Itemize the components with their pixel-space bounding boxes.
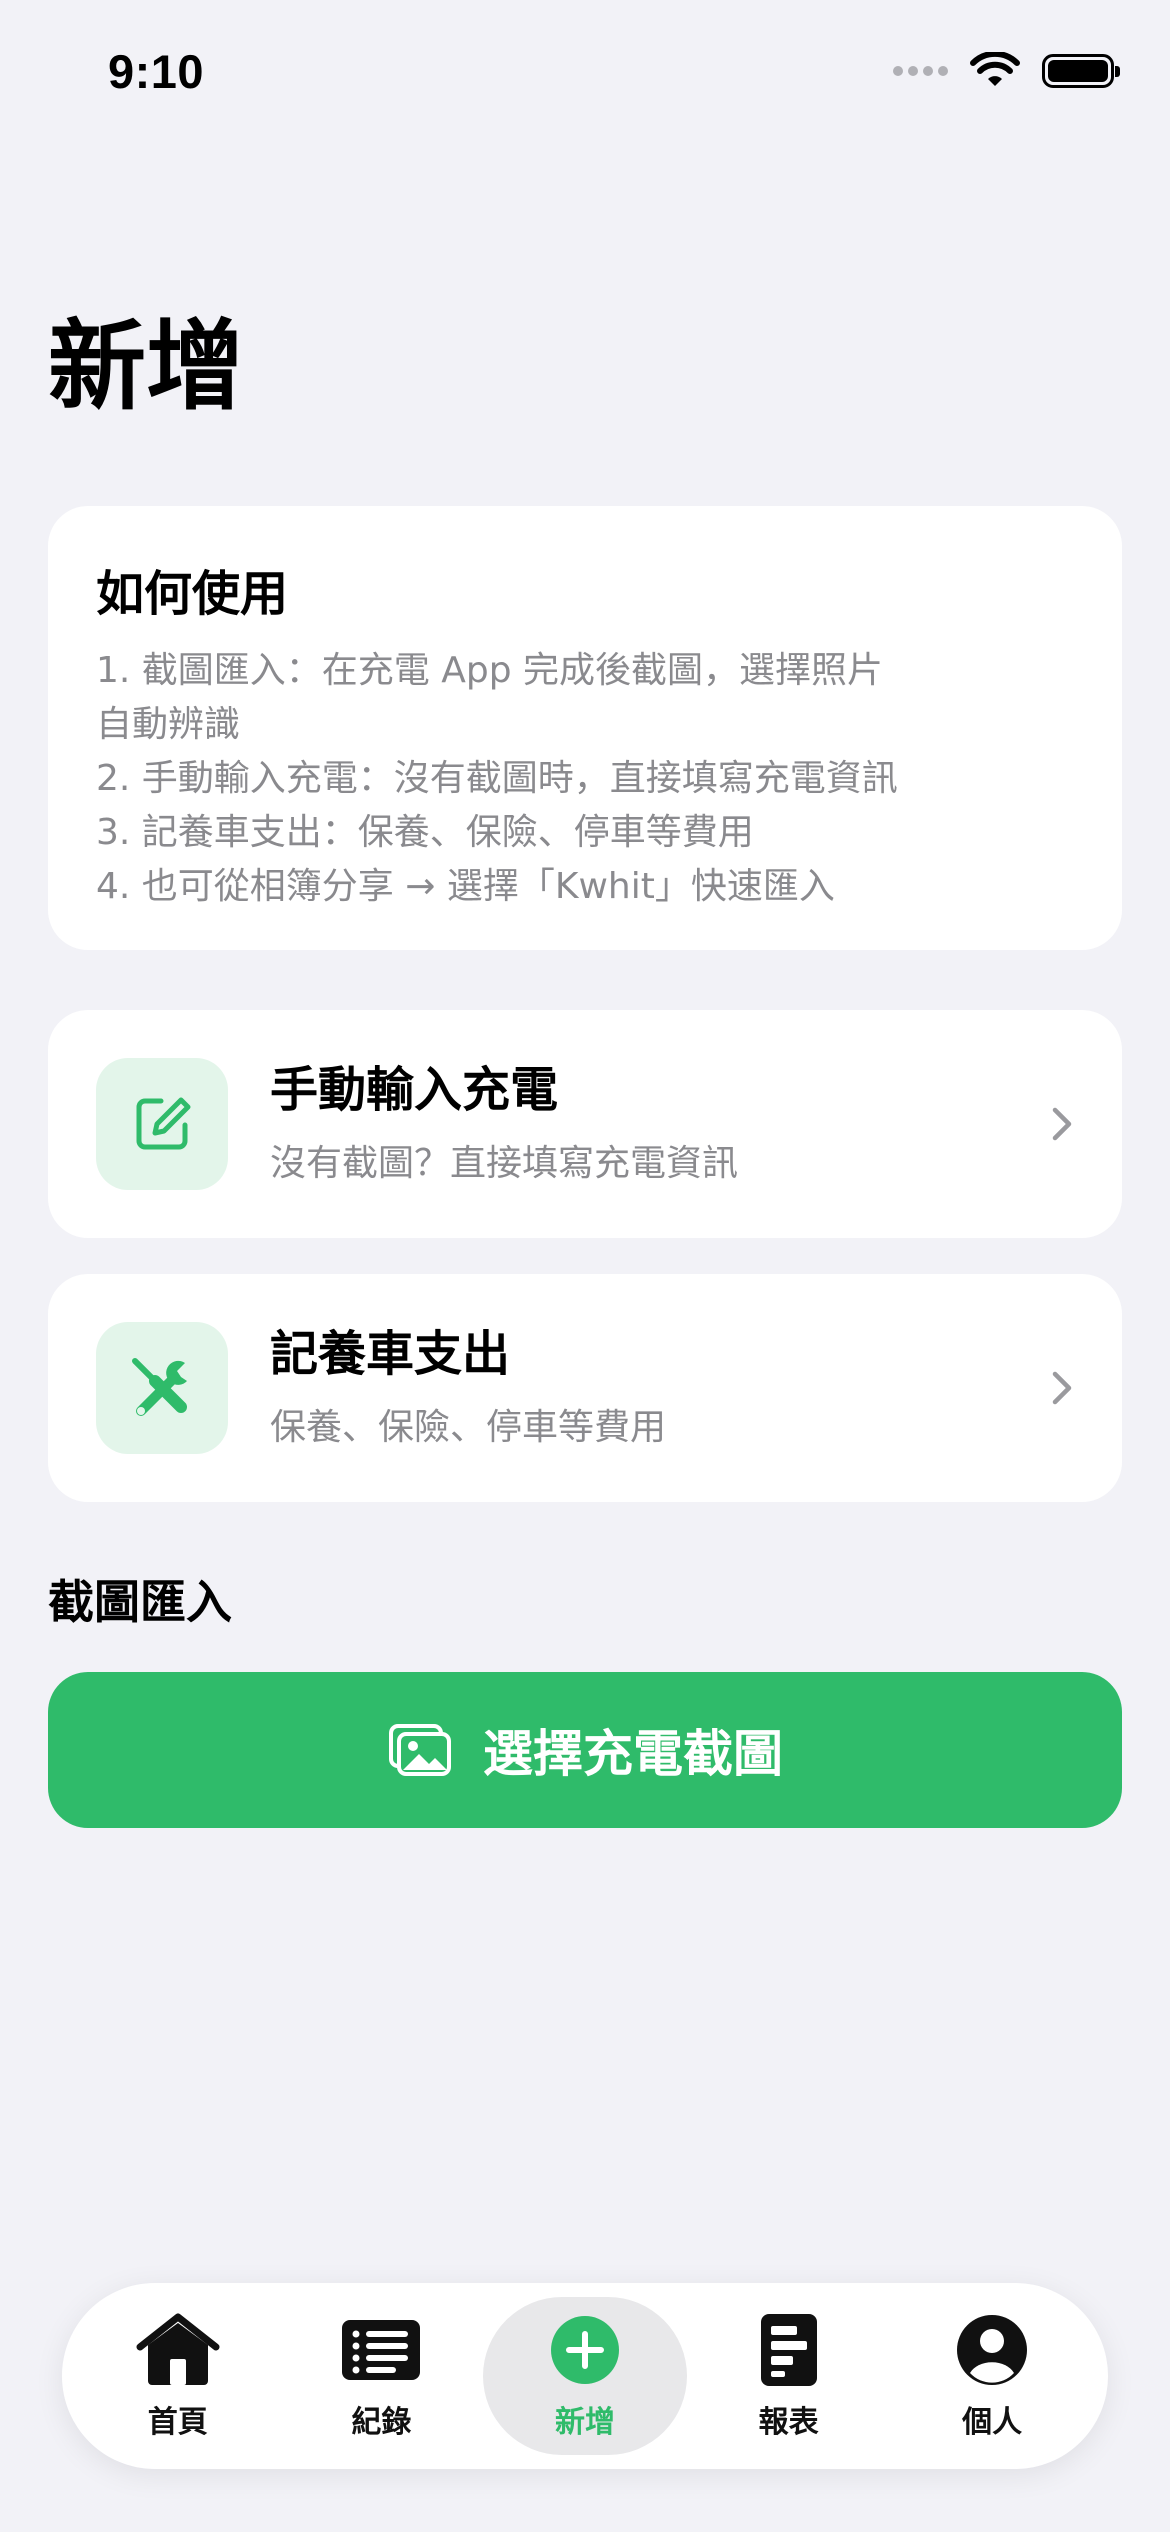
list-icon (340, 2311, 422, 2389)
tab-reports[interactable]: 報表 (687, 2297, 891, 2455)
tools-icon (96, 1322, 228, 1454)
tab-reports-label: 報表 (758, 2405, 819, 2440)
status-icons (893, 52, 1120, 90)
chevron-right-icon (1042, 1368, 1082, 1408)
car-expense-button[interactable]: 記養車支出 保養、保險、停車等費用 (48, 1274, 1122, 1502)
howto-title: 如何使用 (96, 566, 289, 622)
house-icon (136, 2311, 220, 2389)
tab-profile[interactable]: 個人 (890, 2297, 1094, 2455)
manual-charge-title: 手動輸入充電 (270, 1062, 559, 1119)
howto-line: 4. 也可從相簿分享 → 選擇「Kwhit」快速匯入 (96, 866, 835, 907)
tab-home-label: 首頁 (147, 2405, 208, 2440)
howto-line: 2. 手動輸入充電：沒有截圖時，直接填寫充電資訊 (96, 758, 898, 799)
tab-records-label: 紀錄 (351, 2405, 412, 2440)
chevron-right-icon (1042, 1104, 1082, 1144)
person-icon (955, 2311, 1029, 2389)
tab-records[interactable]: 紀錄 (280, 2297, 484, 2455)
screen: 9:10 新增 如何使用 1. 截圖匯入：在充電 App 完成後截圖，選擇照片 … (0, 0, 1170, 2532)
select-screenshot-label: 選擇充電截圖 (483, 1725, 783, 1783)
car-expense-subtitle: 保養、保險、停車等費用 (270, 1406, 667, 1448)
manual-charge-button[interactable]: 手動輸入充電 沒有截圖？直接填寫充電資訊 (48, 1010, 1122, 1238)
tab-add[interactable]: 新增 (483, 2297, 687, 2455)
howto-line: 1. 截圖匯入：在充電 App 完成後截圖，選擇照片 (96, 650, 884, 691)
battery-icon (1042, 54, 1120, 88)
page-title: 新增 (48, 310, 245, 424)
select-screenshot-button[interactable]: 選擇充電截圖 (48, 1672, 1122, 1828)
tab-profile-label: 個人 (962, 2405, 1023, 2440)
car-expense-title: 記養車支出 (270, 1326, 511, 1383)
report-icon (759, 2311, 819, 2389)
status-time: 9:10 (108, 45, 205, 98)
wifi-icon (970, 52, 1020, 86)
tab-add-label: 新增 (554, 2405, 615, 2440)
tab-home[interactable]: 首頁 (76, 2297, 280, 2455)
howto-card: 如何使用 1. 截圖匯入：在充電 App 完成後截圖，選擇照片 自動辨識 2. … (48, 506, 1122, 950)
import-section-label: 截圖匯入 (48, 1575, 232, 1629)
edit-icon (96, 1058, 228, 1190)
howto-line: 自動辨識 (96, 704, 241, 745)
manual-charge-subtitle: 沒有截圖？直接填寫充電資訊 (270, 1142, 739, 1184)
photos-icon (389, 1724, 451, 1776)
cellular-icon (893, 66, 948, 76)
tab-bar: 首頁 紀錄 新增 報表 個人 (62, 2283, 1108, 2469)
howto-line: 3. 記養車支出：保養、保險、停車等費用 (96, 812, 754, 853)
plus-circle-icon (549, 2311, 621, 2389)
